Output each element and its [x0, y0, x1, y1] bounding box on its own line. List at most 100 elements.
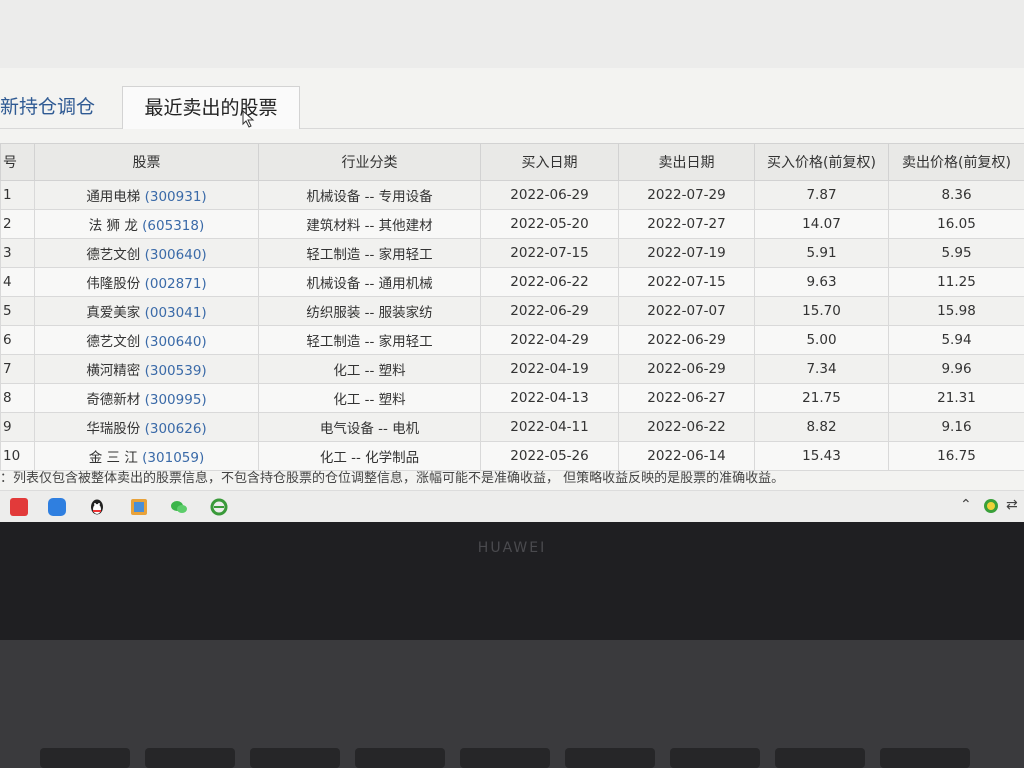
buy-date-cell: 2022-05-26: [480, 441, 619, 471]
stock-name: 真爱美家: [86, 305, 141, 321]
stock-name: 通用电梯: [86, 189, 141, 205]
tab-position-adjust[interactable]: 新持仓调仓: [0, 86, 95, 128]
header-buy-date: 买入日期: [480, 143, 619, 181]
row-index: 10: [0, 441, 35, 471]
table-row: 8 奇德新材 (300995) 化工 -- 塑料 2022-04-13 2022…: [0, 383, 1024, 413]
stock-name: 华瑞股份: [86, 421, 141, 437]
app-red-icon[interactable]: [10, 498, 28, 516]
table-row: 10 金 三 江 (301059) 化工 -- 化学制品 2022-05-26 …: [0, 441, 1024, 471]
industry-cell: 轻工制造 -- 家用轻工: [258, 238, 481, 268]
stock-cell: 德艺文创 (300640): [34, 325, 259, 355]
mouse-cursor-icon: [242, 110, 255, 128]
tab-recent-sold-stocks[interactable]: 最近卖出的股票: [122, 86, 300, 129]
table-row: 2 法 狮 龙 (605318) 建筑材料 -- 其他建材 2022-05-20…: [0, 209, 1024, 239]
table-row: 9 华瑞股份 (300626) 电气设备 -- 电机 2022-04-11 20…: [0, 412, 1024, 442]
sold-stocks-table: 号 股票 行业分类 买入日期 卖出日期 买入价格(前复权) 卖出价格(前复权) …: [0, 143, 1024, 471]
stock-cell: 德艺文创 (300640): [34, 238, 259, 268]
stock-name: 金 三 江: [88, 450, 138, 466]
buy-date-cell: 2022-04-29: [480, 325, 619, 355]
header-sell-date: 卖出日期: [618, 143, 755, 181]
buy-price-cell: 15.70: [754, 296, 889, 326]
buy-date-cell: 2022-06-29: [480, 296, 619, 326]
header-stock: 股票: [34, 143, 259, 181]
stock-code-link[interactable]: (300640): [145, 247, 207, 263]
cloud-icon[interactable]: [48, 498, 66, 516]
stock-code-link[interactable]: (301059): [142, 450, 204, 466]
row-index: 7: [0, 354, 35, 384]
sell-date-cell: 2022-07-29: [618, 180, 755, 210]
table-row: 6 德艺文创 (300640) 轻工制造 -- 家用轻工 2022-04-29 …: [0, 325, 1024, 355]
buy-price-cell: 8.82: [754, 412, 889, 442]
page-top-area: [0, 0, 1024, 68]
stock-code-link[interactable]: (300995): [145, 392, 207, 408]
wechat-icon[interactable]: [170, 498, 188, 516]
industry-cell: 机械设备 -- 通用机械: [258, 267, 481, 297]
qq-penguin-icon[interactable]: [88, 498, 106, 516]
sell-price-cell: 5.94: [888, 325, 1024, 355]
stock-cell: 金 三 江 (301059): [34, 441, 259, 471]
stock-code-link[interactable]: (300539): [145, 363, 207, 379]
row-index: 6: [0, 325, 35, 355]
industry-cell: 建筑材料 -- 其他建材: [258, 209, 481, 239]
buy-date-cell: 2022-06-22: [480, 267, 619, 297]
sell-price-cell: 11.25: [888, 267, 1024, 297]
buy-date-cell: 2022-07-15: [480, 238, 619, 268]
sell-date-cell: 2022-06-22: [618, 412, 755, 442]
sell-price-cell: 21.31: [888, 383, 1024, 413]
header-sell-price: 卖出价格(前复权): [888, 143, 1024, 181]
security-shield-icon[interactable]: [982, 497, 1000, 515]
keyboard-key: [250, 748, 340, 768]
ie-browser-icon[interactable]: [210, 498, 228, 516]
industry-cell: 化工 -- 塑料: [258, 354, 481, 384]
sell-price-cell: 16.75: [888, 441, 1024, 471]
stock-code-link[interactable]: (002871): [145, 276, 207, 292]
stock-cell: 奇德新材 (300995): [34, 383, 259, 413]
stock-cell: 法 狮 龙 (605318): [34, 209, 259, 239]
sell-price-cell: 8.36: [888, 180, 1024, 210]
row-index: 8: [0, 383, 35, 413]
stock-name: 德艺文创: [86, 247, 141, 263]
brand-logo: HUAWEI: [477, 540, 547, 556]
keyboard-key: [565, 748, 655, 768]
industry-cell: 化工 -- 塑料: [258, 383, 481, 413]
row-index: 9: [0, 412, 35, 442]
industry-cell: 纺织服装 -- 服装家纺: [258, 296, 481, 326]
sell-price-cell: 16.05: [888, 209, 1024, 239]
buy-price-cell: 21.75: [754, 383, 889, 413]
stock-cell: 横河精密 (300539): [34, 354, 259, 384]
stock-cell: 伟隆股份 (002871): [34, 267, 259, 297]
taskbar: ⌃ ⇄: [0, 490, 1024, 522]
buy-price-cell: 5.00: [754, 325, 889, 355]
sell-price-cell: 9.96: [888, 354, 1024, 384]
network-icon[interactable]: ⇄: [1006, 497, 1018, 513]
buy-price-cell: 5.91: [754, 238, 889, 268]
keyboard-key: [460, 748, 550, 768]
chevron-up-icon[interactable]: ⌃: [960, 497, 972, 513]
buy-price-cell: 9.63: [754, 267, 889, 297]
photo-app-icon[interactable]: [130, 498, 148, 516]
row-index: 1: [0, 180, 35, 210]
sell-price-cell: 5.95: [888, 238, 1024, 268]
stock-name: 伟隆股份: [86, 276, 141, 292]
stock-code-link[interactable]: (300626): [145, 421, 207, 437]
table-row: 4 伟隆股份 (002871) 机械设备 -- 通用机械 2022-06-22 …: [0, 267, 1024, 297]
stock-code-link[interactable]: (300931): [145, 189, 207, 205]
row-index: 4: [0, 267, 35, 297]
sell-date-cell: 2022-06-27: [618, 383, 755, 413]
sell-date-cell: 2022-06-29: [618, 325, 755, 355]
keyboard-key: [40, 748, 130, 768]
buy-date-cell: 2022-06-29: [480, 180, 619, 210]
laptop-screen: 新持仓调仓 最近卖出的股票 号 股票 行业分类 买入日期 卖出日期 买入价格(前…: [0, 0, 1024, 522]
sell-date-cell: 2022-06-29: [618, 354, 755, 384]
header-buy-price: 买入价格(前复权): [754, 143, 889, 181]
industry-cell: 电气设备 -- 电机: [258, 412, 481, 442]
stock-code-link[interactable]: (003041): [145, 305, 207, 321]
stock-name: 法 狮 龙: [88, 218, 138, 234]
buy-date-cell: 2022-04-13: [480, 383, 619, 413]
stock-cell: 真爱美家 (003041): [34, 296, 259, 326]
buy-date-cell: 2022-04-19: [480, 354, 619, 384]
stock-code-link[interactable]: (300640): [145, 334, 207, 350]
header-index: 号: [0, 143, 35, 181]
stock-code-link[interactable]: (605318): [142, 218, 204, 234]
table-footnote: ：列表仅包含被整体卖出的股票信息，不包含持仓股票的仓位调整信息，涨幅可能不是准确…: [0, 471, 785, 486]
